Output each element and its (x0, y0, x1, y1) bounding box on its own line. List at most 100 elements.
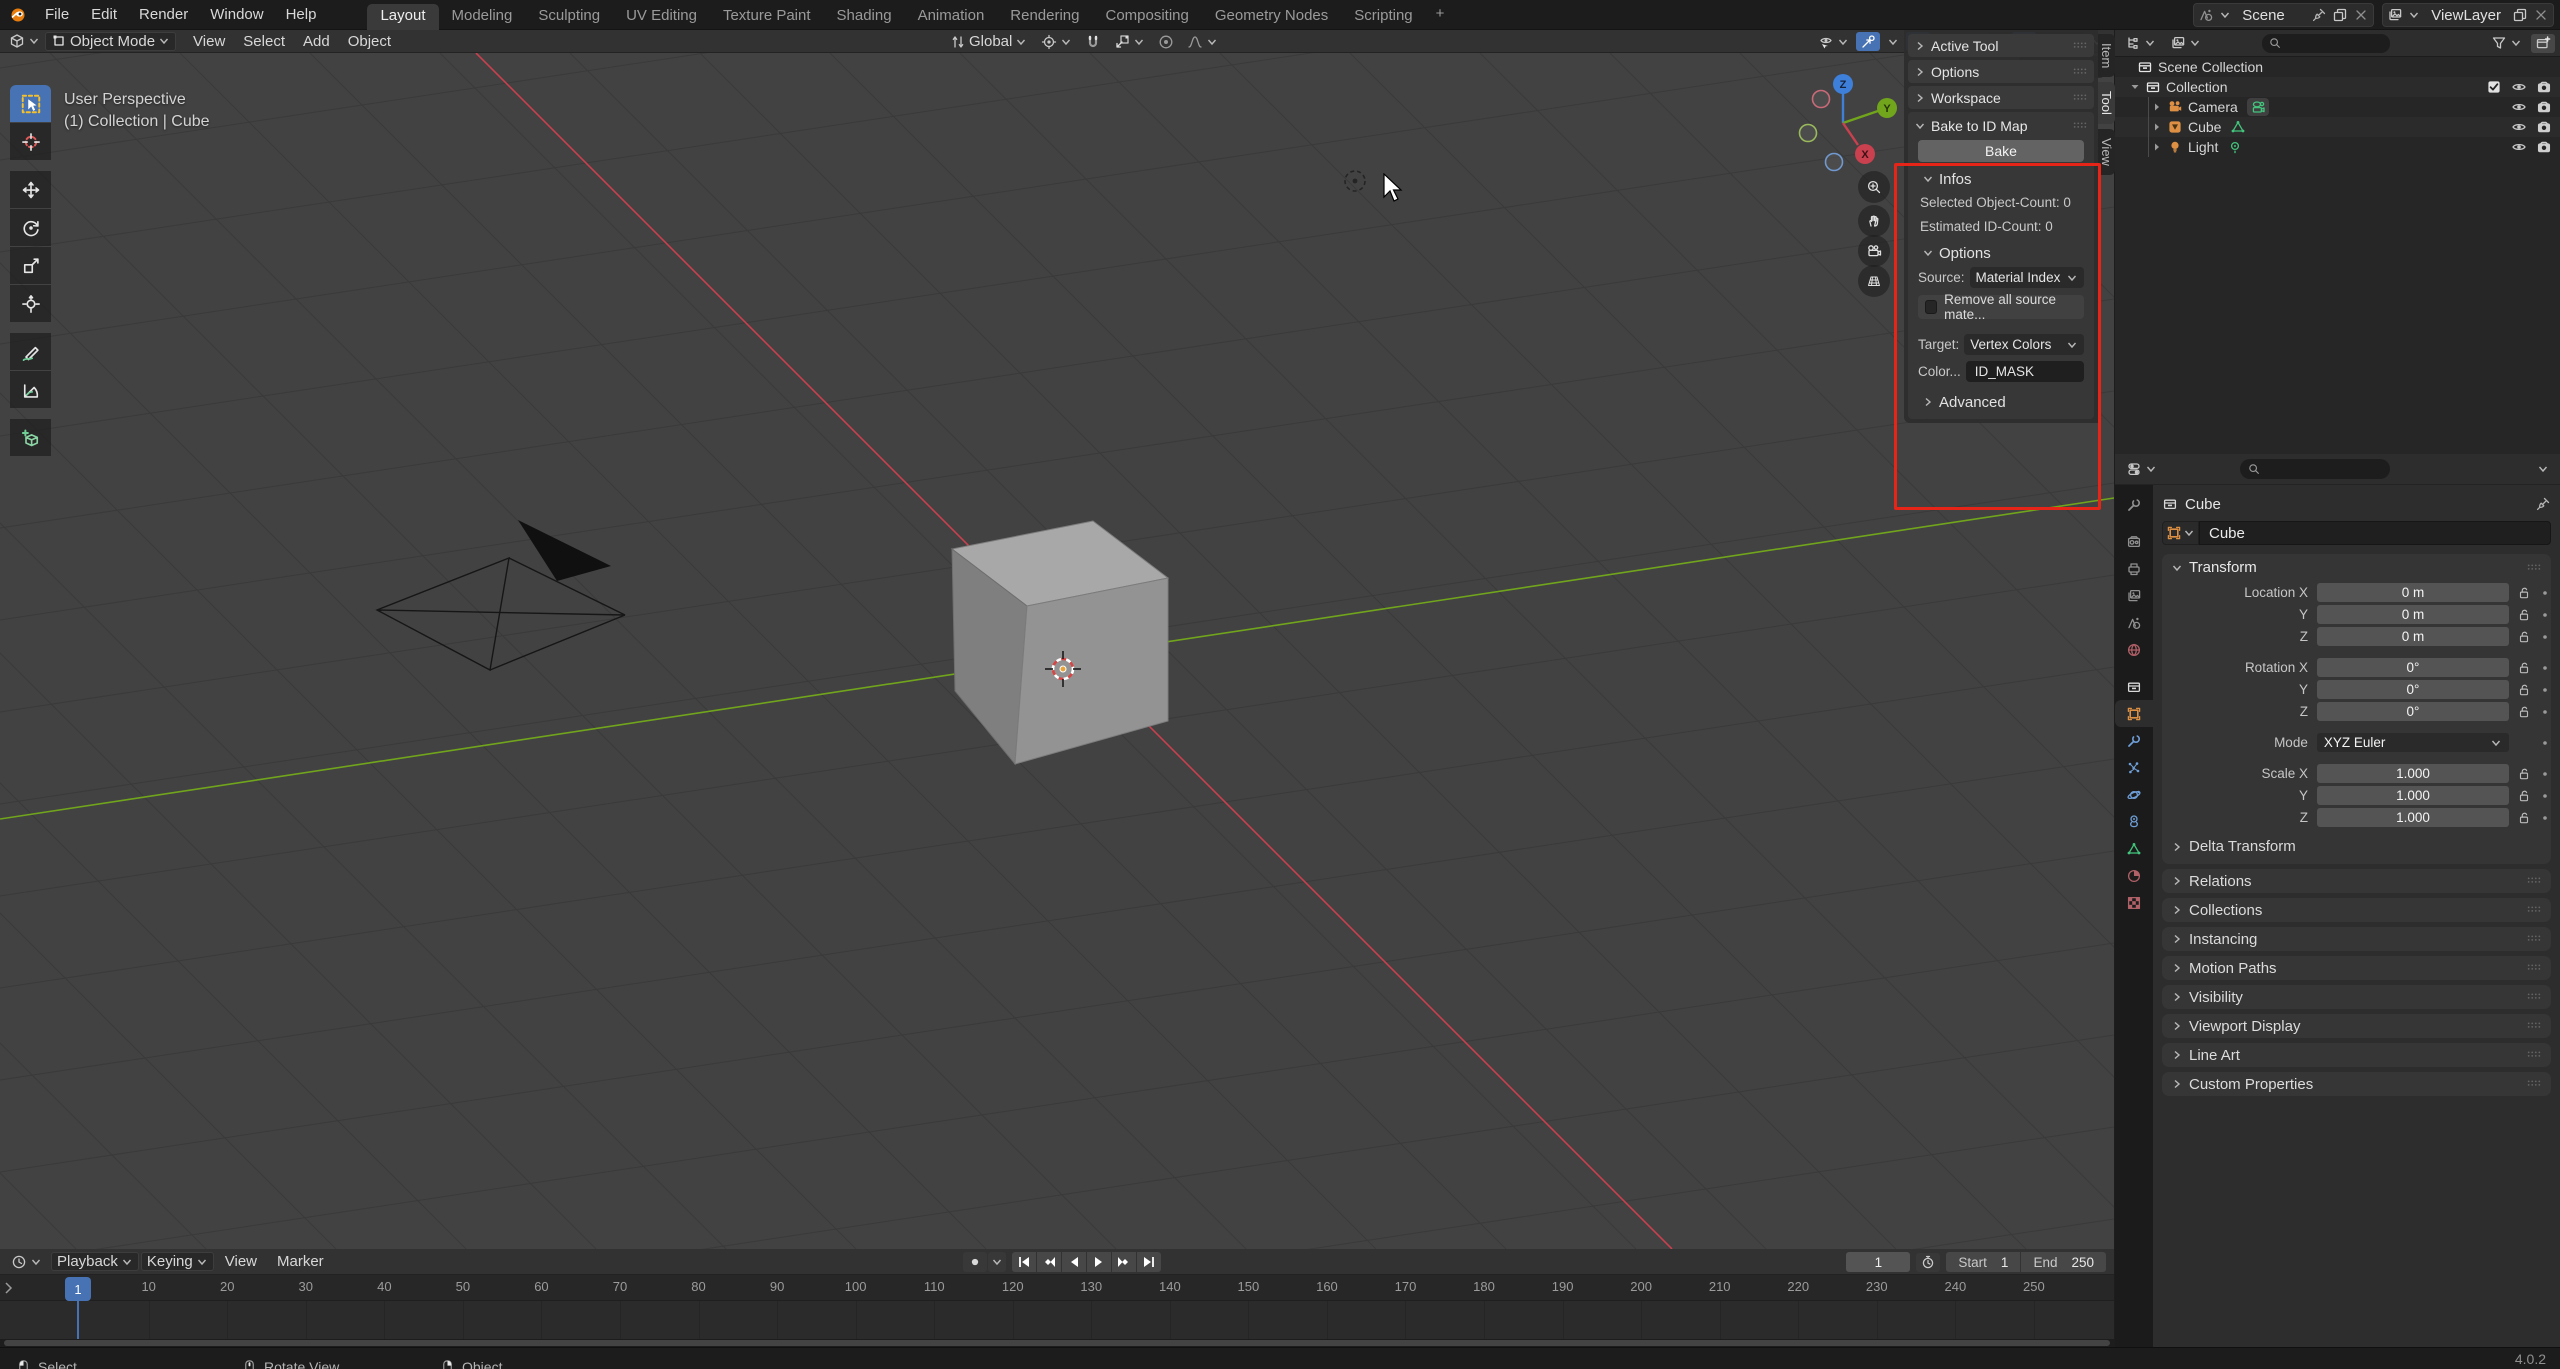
properties-search-input[interactable] (2240, 459, 2390, 479)
bake-button[interactable]: Bake (1918, 140, 2084, 162)
viewlayer-name[interactable]: ViewLayer (2425, 7, 2507, 24)
object-name-field[interactable]: Cube (2199, 521, 2551, 545)
outliner-row-scene-collection[interactable]: Scene Collection (2115, 57, 2560, 77)
lock-icon[interactable] (2517, 586, 2531, 600)
lock-icon[interactable] (2517, 630, 2531, 644)
timeline-track[interactable] (0, 1301, 2114, 1339)
visibility-dropdown[interactable] (1813, 32, 1854, 51)
tool-select-box[interactable] (10, 85, 51, 122)
copy-icon[interactable] (2512, 7, 2528, 23)
remove-source-checkbox[interactable]: Remove all source mate... (1918, 292, 2084, 322)
properties-tab-texture[interactable] (2115, 889, 2153, 916)
animate-dot-icon[interactable] (2539, 706, 2551, 718)
sidebar-panel-options[interactable]: Options (1908, 60, 2094, 83)
camera-view-button[interactable] (1858, 235, 1890, 267)
value-field[interactable]: 0° (2316, 680, 2509, 699)
panel-visibility[interactable]: Visibility (2162, 985, 2551, 1009)
viewlayer-selector[interactable]: ViewLayer (2382, 3, 2554, 27)
tool-annotate[interactable] (10, 333, 51, 370)
3d-viewport[interactable]: User Perspective (1) Collection | Cube O… (0, 53, 2114, 1249)
timeline-editor-type-button[interactable] (6, 1252, 47, 1271)
outliner-search-input[interactable] (2262, 33, 2390, 53)
properties-tab-view-layer[interactable] (2115, 582, 2153, 609)
bake-panel-header[interactable]: Bake to ID Map (1908, 114, 2094, 137)
workspace-tab-modeling[interactable]: Modeling (439, 4, 526, 30)
workspace-tab-compositing[interactable]: Compositing (1093, 4, 1202, 30)
checkbox-icon[interactable] (2486, 79, 2502, 95)
workspace-tab-layout[interactable]: Layout (367, 3, 439, 30)
checkbox[interactable] (1925, 300, 1938, 314)
animate-dot-icon[interactable] (2539, 587, 2551, 599)
tool-add-cube[interactable] (10, 419, 51, 456)
sidebar-tab-tool[interactable]: Tool (2098, 82, 2115, 125)
render-camera-icon[interactable] (2536, 139, 2552, 155)
eye-icon[interactable] (2511, 119, 2527, 135)
end-frame-field[interactable]: End 250 (2021, 1255, 2106, 1270)
proportional-edit-toggle[interactable] (1154, 32, 1178, 51)
viewport-menu-select[interactable]: Select (234, 33, 294, 50)
disclosure-closed-icon[interactable] (2151, 141, 2163, 153)
playhead[interactable]: 1 (65, 1277, 91, 1301)
snap-toggle[interactable] (1081, 32, 1105, 51)
properties-tab-physics[interactable] (2115, 781, 2153, 808)
advanced-subpanel-header[interactable]: Advanced (1908, 391, 2094, 413)
use-preview-range-button[interactable] (1916, 1252, 1941, 1272)
outliner-item-label[interactable]: Collection (2166, 79, 2227, 95)
outliner-item-label[interactable]: Camera (2188, 99, 2238, 115)
properties-tab-render[interactable] (2115, 528, 2153, 555)
options-subpanel-header[interactable]: Options (1908, 242, 2094, 264)
tool-cursor[interactable] (10, 123, 51, 160)
properties-tab-constraints[interactable] (2115, 808, 2153, 835)
jump-start-button[interactable] (1012, 1252, 1036, 1272)
expand-arrow-icon[interactable] (2, 1281, 14, 1295)
lock-icon[interactable] (2517, 661, 2531, 675)
timeline-menu-marker[interactable]: Marker (268, 1253, 333, 1270)
new-collection-button[interactable] (2531, 33, 2555, 53)
pin-icon[interactable] (2311, 7, 2327, 23)
scene-selector[interactable]: Scene (2193, 3, 2375, 27)
workspace-tab-animation[interactable]: Animation (905, 4, 998, 30)
lock-icon[interactable] (2517, 608, 2531, 622)
value-field[interactable]: 0° (2316, 702, 2509, 721)
animate-dot-icon[interactable] (2539, 737, 2551, 749)
workspace-tab-rendering[interactable]: Rendering (997, 4, 1092, 30)
play-button[interactable] (1087, 1252, 1111, 1272)
panel-relations[interactable]: Relations (2162, 869, 2551, 893)
panel-instancing[interactable]: Instancing (2162, 927, 2551, 951)
panel-line-art[interactable]: Line Art (2162, 1043, 2551, 1067)
add-workspace-button[interactable]: + (1426, 2, 1455, 27)
sidebar-tab-item[interactable]: Item (2098, 34, 2115, 78)
gizmos-toggle[interactable] (1856, 32, 1880, 51)
menu-window[interactable]: Window (199, 0, 274, 30)
workspace-tab-sculpting[interactable]: Sculpting (525, 4, 613, 30)
value-field[interactable]: 0 m (2316, 583, 2509, 602)
panel-viewport-display[interactable]: Viewport Display (2162, 1014, 2551, 1038)
outliner-row-camera[interactable]: Camera (2115, 97, 2560, 117)
perspective-toggle-button[interactable] (1858, 265, 1890, 297)
scene-name[interactable]: Scene (2236, 7, 2306, 24)
close-icon[interactable] (2533, 7, 2549, 23)
workspace-tab-scripting[interactable]: Scripting (1341, 4, 1425, 30)
viewport-menu-add[interactable]: Add (294, 33, 339, 50)
outliner-item-label[interactable]: Light (2188, 139, 2218, 155)
render-camera-icon[interactable] (2536, 119, 2552, 135)
animate-dot-icon[interactable] (2539, 768, 2551, 780)
properties-tab-modifiers[interactable] (2115, 727, 2153, 754)
blender-logo-icon[interactable] (0, 7, 34, 23)
properties-tab-object[interactable] (2115, 700, 2153, 727)
sidebar-tab-view[interactable]: View (2098, 129, 2115, 176)
panel-collections[interactable]: Collections (2162, 898, 2551, 922)
pivot-dropdown[interactable] (1036, 32, 1077, 51)
tool-move[interactable] (10, 171, 51, 208)
timeline-ruler[interactable]: 1 10 20 30 40 50 60 70 80 90 100 110 120 130 140 150 16… (0, 1275, 2114, 1301)
workspace-tab-texture-paint[interactable]: Texture Paint (710, 4, 824, 30)
current-frame-field[interactable]: 1 (1846, 1252, 1911, 1272)
workspace-tab-geometry-nodes[interactable]: Geometry Nodes (1202, 4, 1341, 30)
properties-tab-world[interactable] (2115, 636, 2153, 663)
object-type-dropdown[interactable] (2162, 521, 2199, 545)
animate-dot-icon[interactable] (2539, 631, 2551, 643)
animate-dot-icon[interactable] (2539, 662, 2551, 674)
light-data-icon[interactable] (2227, 139, 2243, 155)
tool-scale[interactable] (10, 247, 51, 284)
timeline-menu-view[interactable]: View (216, 1253, 266, 1270)
